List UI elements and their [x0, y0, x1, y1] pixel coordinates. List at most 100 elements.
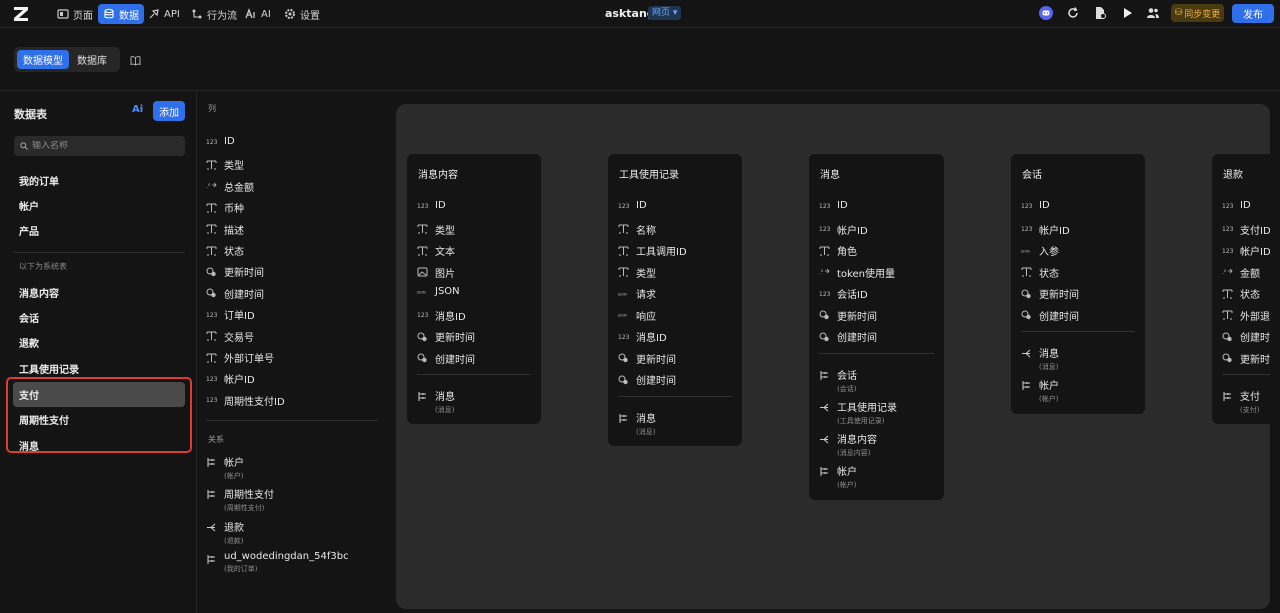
table-card[interactable]: 退款 123 ID 123 支付ID 123 帐户ID .⁰ 金额 状态 外部退 创建时 更新时 支付 (支…: [1212, 154, 1270, 425]
column-row[interactable]: 更新时间: [206, 264, 264, 279]
table-card-field: 123 会话ID: [819, 286, 868, 301]
svg-text:123: 123: [819, 203, 830, 210]
users-icon[interactable]: [1146, 6, 1160, 20]
search-input[interactable]: [32, 141, 172, 151]
text-icon: [206, 331, 217, 341]
view-switcher: 数据模型 数据库: [14, 47, 120, 72]
top-bar: 页面 数据 API 行为流 AI 设置 asktang 网页 ▾ ⛁ 同步变更 …: [0, 0, 1280, 28]
column-row[interactable]: 123 帐户ID: [206, 371, 255, 386]
text-icon: [206, 353, 217, 363]
relation-many-icon: [819, 402, 830, 413]
clock-icon: [206, 288, 217, 298]
relation-row[interactable]: ud_wodedingdan_54f3bc (我的订单): [206, 551, 349, 574]
nav-data[interactable]: 数据: [98, 4, 144, 24]
ai-assist-icon[interactable]: Ai: [132, 104, 146, 118]
er-diagram-canvas[interactable]: 消息内容 123 ID 类型 文本 图片 JSON JSON 123 消息ID 更新时间 创建时间 消息…: [396, 104, 1270, 609]
svg-text:123: 123: [618, 334, 629, 341]
relation-name: 消息: [435, 392, 455, 403]
pages-icon: [57, 9, 69, 19]
relation-row[interactable]: 帐户 (帐户): [206, 454, 244, 481]
refresh-icon[interactable]: [1066, 6, 1080, 20]
table-card-field: 外部退: [1222, 308, 1270, 323]
nav-pages-label: 页面: [73, 10, 93, 22]
field-name: ID: [1240, 200, 1251, 211]
add-table-button[interactable]: 添加: [153, 101, 185, 121]
relation-row[interactable]: 退款 (退款): [206, 519, 244, 546]
sidebar-item-message-content[interactable]: 消息内容: [13, 280, 185, 305]
relation-one-icon: [819, 370, 830, 381]
relation-target: (帐户): [224, 472, 244, 480]
relation-target: (消息): [636, 427, 656, 436]
table-card[interactable]: 消息内容 123 ID 类型 文本 图片 JSON JSON 123 消息ID 更新时间 创建时间 消息…: [407, 154, 541, 425]
field-name: 请求: [636, 290, 656, 301]
column-row[interactable]: 类型: [206, 157, 244, 172]
table-card-field: 文本: [417, 243, 455, 258]
table-card-field: JSON 请求: [618, 286, 656, 301]
sidebar-item-account[interactable]: 帐户: [13, 193, 185, 218]
relation-row[interactable]: 周期性支付 (周期性支付): [206, 486, 274, 513]
play-icon[interactable]: [1120, 6, 1134, 20]
tab-data-model[interactable]: 数据模型: [17, 50, 69, 69]
columns-heading: 列: [208, 104, 216, 113]
text-icon: [819, 246, 830, 256]
column-row[interactable]: 状态: [206, 243, 244, 258]
clock-icon: [206, 267, 217, 277]
highlight-box: [6, 377, 192, 453]
field-name: 消息ID: [636, 333, 667, 344]
sidebar-item-refund[interactable]: 退款: [13, 330, 185, 355]
svg-text:123: 123: [206, 376, 217, 383]
relation-many-icon: [1021, 348, 1032, 359]
docs-book-icon[interactable]: [130, 55, 141, 66]
table-card-field: JSON JSON: [417, 286, 460, 297]
discord-icon[interactable]: [1039, 6, 1053, 20]
field-name: 帐户ID: [1039, 225, 1070, 237]
table-card-relation: 消息 (消息): [1021, 345, 1059, 372]
number-icon: 123: [206, 395, 217, 405]
column-row[interactable]: 123 周期性支付ID: [206, 393, 285, 408]
table-card-field: 123 ID: [417, 200, 446, 211]
relation-target: (支付): [1240, 406, 1260, 414]
svg-text:123: 123: [206, 139, 217, 146]
column-row[interactable]: 描述: [206, 222, 244, 237]
column-row[interactable]: 外部订单号: [206, 350, 274, 365]
relation-name: 帐户: [837, 467, 857, 479]
table-card-field: 工具调用ID: [618, 243, 687, 258]
nav-flow[interactable]: 行为流: [186, 4, 242, 24]
column-row[interactable]: 创建时间: [206, 286, 264, 301]
document-settings-icon[interactable]: [1093, 6, 1107, 20]
coins-icon: ⛁: [1174, 8, 1183, 18]
sub-toolbar: 数据模型 数据库: [0, 29, 1280, 91]
tables-sidebar: 数据表 Ai 添加 我的订单 帐户 产品 以下为系统表 消息内容 会话 退款 工…: [0, 92, 197, 613]
sidebar-item-product[interactable]: 产品: [13, 218, 185, 243]
table-card-field: 123 消息ID: [618, 329, 667, 344]
columns-panel: 列 123 ID 类型 .⁰ 总金额币种描述状态更新时间创建时间 123 订单ID 交易号外部…: [198, 92, 383, 613]
nav-api[interactable]: API: [143, 4, 185, 24]
nav-ai-label: AI: [261, 8, 271, 20]
table-card-field: 更新时间: [1021, 286, 1079, 301]
nav-ai[interactable]: AI: [240, 4, 276, 24]
relation-target: (我的订单): [224, 564, 258, 573]
table-card[interactable]: 工具使用记录 123 ID 名称 工具调用ID 类型 JSON 请求 JSON 响应 123 消息ID…: [608, 154, 742, 446]
column-row[interactable]: 币种: [206, 200, 244, 215]
sidebar-item-session[interactable]: 会话: [13, 305, 185, 330]
sidebar-item-my-orders[interactable]: 我的订单: [13, 168, 185, 193]
relation-one-icon: [819, 466, 830, 477]
page-type-dropdown[interactable]: 网页 ▾: [648, 6, 682, 20]
column-row[interactable]: .⁰ 总金额: [206, 179, 254, 194]
table-card[interactable]: 消息 123 ID 123 帐户ID 角色 .⁰ token使用量 123 会话ID 更新时间 创建时…: [809, 154, 944, 500]
svg-text:.⁰: .⁰: [206, 183, 211, 190]
publish-button[interactable]: 发布: [1232, 4, 1274, 23]
column-row[interactable]: 123 ID: [206, 136, 235, 147]
sync-changes-button[interactable]: ⛁ 同步变更: [1171, 4, 1224, 22]
column-row[interactable]: 123 订单ID: [206, 307, 255, 322]
clock-icon: [618, 375, 629, 385]
table-card[interactable]: 会话 123 ID 123 帐户ID JSON 入参 状态 更新时间 创建时间 消息 (消息) 帐户 (帐…: [1011, 154, 1145, 414]
nav-settings[interactable]: 设置: [279, 4, 325, 24]
relation-target: (帐户): [837, 481, 857, 490]
tab-database[interactable]: 数据库: [71, 50, 113, 69]
logo-icon[interactable]: [12, 5, 30, 23]
nav-pages[interactable]: 页面: [52, 4, 98, 24]
relation-name: ud_wodedingdan_54f3bc: [224, 550, 349, 562]
table-card-field: 创建时间: [417, 351, 475, 366]
column-row[interactable]: 交易号: [206, 329, 254, 344]
